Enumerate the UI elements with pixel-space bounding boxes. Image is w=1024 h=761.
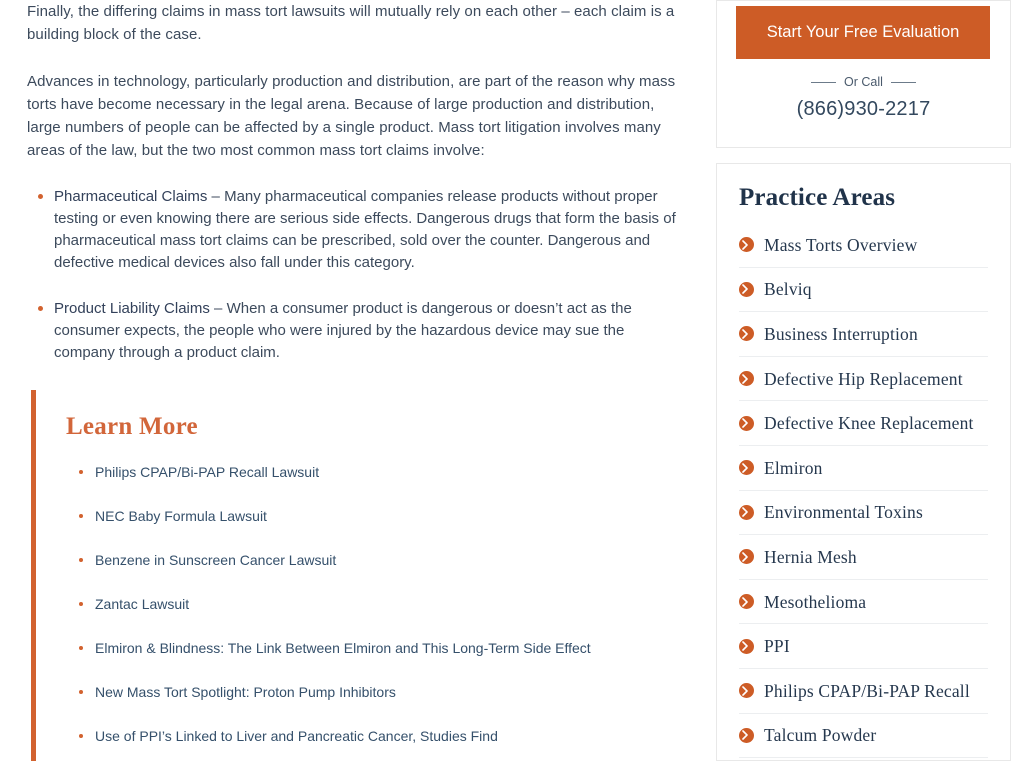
- practice-area-label: Elmiron: [764, 457, 823, 478]
- practice-areas-heading: Practice Areas: [739, 184, 896, 211]
- list-item: Zantac Lawsuit: [66, 595, 681, 613]
- chevron-right-circle-icon: [739, 326, 754, 342]
- practice-area-item-mesothelioma[interactable]: Mesothelioma: [739, 580, 988, 625]
- chevron-right-circle-icon: [739, 594, 754, 610]
- free-evaluation-card: Start Your Free Evaluation Or Call (866)…: [716, 0, 1011, 148]
- learn-more-link[interactable]: Elmiron & Blindness: The Link Between El…: [95, 640, 591, 656]
- practice-area-item-belviq[interactable]: Belviq: [739, 268, 988, 313]
- practice-area-label: Belviq: [764, 279, 812, 300]
- practice-area-item-business-interruption[interactable]: Business Interruption: [739, 312, 988, 357]
- practice-area-label: Environmental Toxins: [764, 502, 923, 523]
- claim-item-product-liability: Product Liability Claims – When a consum…: [27, 298, 679, 364]
- body-paragraph-2: Advances in technology, particularly pro…: [27, 73, 676, 159]
- list-item: Elmiron & Blindness: The Link Between El…: [66, 639, 681, 657]
- practice-area-item-mass-torts-overview[interactable]: Mass Torts Overview: [739, 223, 988, 268]
- chevron-right-circle-icon: [739, 638, 754, 654]
- practice-area-label: Business Interruption: [764, 323, 918, 344]
- practice-areas-list: Mass Torts Overview Belviq Business Inte…: [739, 223, 988, 759]
- list-item: NEC Baby Formula Lawsuit: [66, 507, 681, 525]
- list-item: Use of PPI’s Linked to Liver and Pancrea…: [66, 727, 681, 745]
- practice-area-item-defective-knee-replacement[interactable]: Defective Knee Replacement: [739, 401, 988, 446]
- learn-more-callout: Learn More Philips CPAP/Bi-PAP Recall La…: [31, 390, 681, 761]
- chevron-right-circle-icon: [739, 683, 754, 699]
- chevron-right-circle-icon: [739, 727, 754, 743]
- sidebar: Start Your Free Evaluation Or Call (866)…: [716, 0, 1011, 761]
- practice-area-label: Defective Knee Replacement: [764, 413, 974, 434]
- chevron-right-circle-icon: [739, 281, 754, 297]
- claim-title: Product Liability Claims: [54, 300, 210, 317]
- practice-areas-card: Practice Areas Mass Torts Overview Belvi…: [716, 163, 1011, 761]
- learn-more-heading: Learn More: [66, 413, 198, 440]
- main-content-column: Finally, the differing claims in mass to…: [27, 0, 679, 388]
- list-item: Benzene in Sunscreen Cancer Lawsuit: [66, 551, 681, 569]
- learn-more-link[interactable]: Benzene in Sunscreen Cancer Lawsuit: [95, 552, 336, 568]
- practice-area-item-defective-hip-replacement[interactable]: Defective Hip Replacement: [739, 357, 988, 402]
- learn-more-list: Philips CPAP/Bi-PAP Recall Lawsuit NEC B…: [66, 463, 681, 745]
- practice-area-label: Defective Hip Replacement: [764, 368, 963, 389]
- learn-more-link[interactable]: Philips CPAP/Bi-PAP Recall Lawsuit: [95, 464, 319, 480]
- practice-area-item-hernia-mesh[interactable]: Hernia Mesh: [739, 535, 988, 580]
- chevron-right-circle-icon: [739, 371, 754, 387]
- practice-area-label: Mass Torts Overview: [764, 234, 918, 255]
- body-paragraph-1: Finally, the differing claims in mass to…: [27, 3, 675, 43]
- learn-more-link[interactable]: Use of PPI’s Linked to Liver and Pancrea…: [95, 728, 498, 744]
- practice-area-label: PPI: [764, 636, 790, 657]
- practice-area-label: Mesothelioma: [764, 591, 867, 612]
- chevron-right-circle-icon: [739, 549, 754, 565]
- list-item: Philips CPAP/Bi-PAP Recall Lawsuit: [66, 463, 681, 481]
- page-root: Finally, the differing claims in mass to…: [0, 0, 1024, 761]
- practice-area-label: Philips CPAP/Bi-PAP Recall: [764, 680, 970, 701]
- start-free-evaluation-button[interactable]: Start Your Free Evaluation: [736, 6, 990, 59]
- phone-number-link[interactable]: (866)930-2217: [736, 98, 991, 121]
- claim-title: Pharmaceutical Claims: [54, 188, 208, 205]
- chevron-right-circle-icon: [739, 237, 754, 253]
- practice-area-item-talcum-powder[interactable]: Talcum Powder: [739, 714, 988, 759]
- practice-area-item-environmental-toxins[interactable]: Environmental Toxins: [739, 491, 988, 536]
- practice-area-item-philips-cpap-bipap-recall[interactable]: Philips CPAP/Bi-PAP Recall: [739, 669, 988, 714]
- practice-area-item-elmiron[interactable]: Elmiron: [739, 446, 988, 491]
- practice-area-item-ppi[interactable]: PPI: [739, 624, 988, 669]
- learn-more-link[interactable]: Zantac Lawsuit: [95, 596, 189, 612]
- divider-line-right: [890, 81, 916, 83]
- claim-item-pharmaceutical: Pharmaceutical Claims – Many pharmaceuti…: [27, 186, 679, 274]
- divider-line-left: [811, 81, 837, 83]
- or-call-divider: Or Call: [736, 75, 991, 89]
- practice-area-label: Hernia Mesh: [764, 546, 857, 567]
- chevron-right-circle-icon: [739, 504, 754, 520]
- learn-more-link[interactable]: NEC Baby Formula Lawsuit: [95, 508, 267, 524]
- claims-list: Pharmaceutical Claims – Many pharmaceuti…: [27, 186, 679, 364]
- chevron-right-circle-icon: [739, 415, 754, 431]
- chevron-right-circle-icon: [739, 460, 754, 476]
- list-item: New Mass Tort Spotlight: Proton Pump Inh…: [66, 683, 681, 701]
- or-call-label: Or Call: [844, 75, 883, 89]
- learn-more-link[interactable]: New Mass Tort Spotlight: Proton Pump Inh…: [95, 684, 396, 700]
- practice-area-label: Talcum Powder: [764, 725, 877, 746]
